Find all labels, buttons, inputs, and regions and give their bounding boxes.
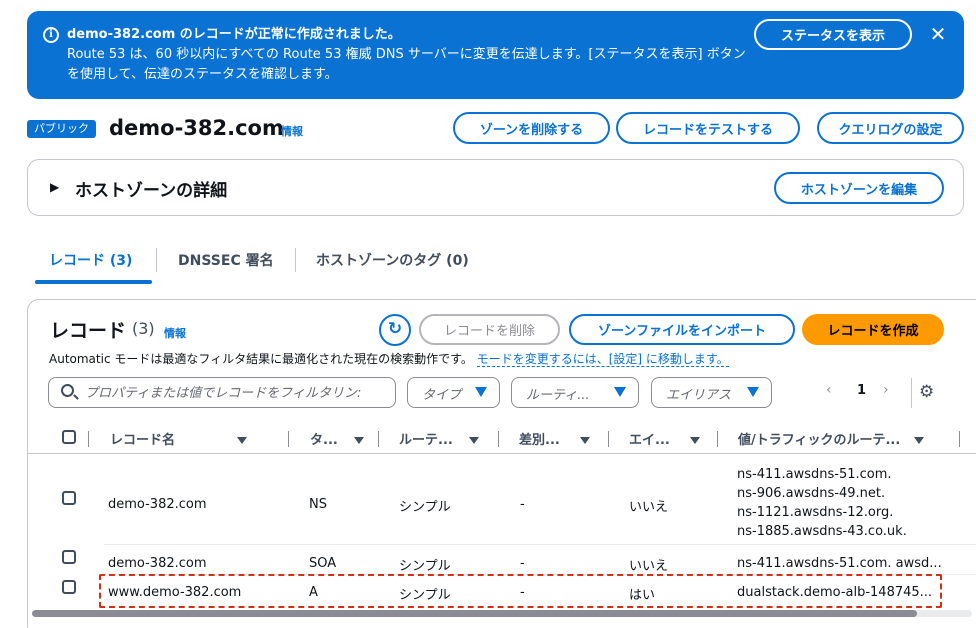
- test-record-button[interactable]: レコードをテストする: [616, 112, 800, 144]
- record-type: NS: [309, 497, 327, 512]
- search-box[interactable]: [48, 377, 396, 408]
- record-value-line: ns-906.awsdns-49.net.: [737, 486, 886, 501]
- tab-divider: [156, 248, 157, 272]
- record-differentiator: -: [520, 556, 525, 571]
- column-header-differentiator[interactable]: 差別...: [519, 429, 590, 448]
- column-header-name[interactable]: レコード名: [110, 429, 248, 448]
- sort-icon: [468, 437, 479, 444]
- column-header-type[interactable]: タ...: [310, 429, 364, 448]
- tab-bar: レコード (3) DNSSEC 署名 ホストゾーンのタグ (0): [27, 240, 964, 284]
- public-badge: パブリック: [27, 120, 96, 138]
- type-filter-label: タイプ: [422, 388, 462, 403]
- delete-record-button[interactable]: レコードを削除: [419, 314, 560, 345]
- info-link[interactable]: 情報: [281, 123, 303, 139]
- create-record-button[interactable]: レコードを作成: [802, 314, 944, 345]
- row-checkbox[interactable]: [62, 491, 76, 505]
- tab-zone-tags[interactable]: ホストゾーンのタグ (0): [316, 250, 469, 270]
- column-header-alias[interactable]: エイ...: [629, 429, 700, 448]
- prev-page-icon[interactable]: ‹: [826, 382, 832, 398]
- tab-records[interactable]: レコード (3): [49, 250, 132, 270]
- search-mode-description: Automatic モードは最適なフィルタ結果に最適化された現在の検索動作です。…: [49, 350, 729, 367]
- column-separator: [498, 431, 499, 447]
- expand-caret-icon[interactable]: ▶: [50, 180, 59, 194]
- sort-icon: [914, 437, 925, 444]
- record-value-line: ns-1885.awsdns-43.co.uk.: [737, 524, 907, 539]
- view-status-button[interactable]: ステータスを表示: [754, 19, 912, 50]
- row-checkbox[interactable]: [62, 580, 76, 594]
- column-header-value[interactable]: 値/トラフィックのルーテ...: [738, 429, 925, 448]
- success-flash-banner: i demo-382.com のレコードが正常に作成されました。 Route 5…: [27, 11, 964, 99]
- caret-down-icon: [475, 387, 487, 397]
- alias-filter-label: エイリアス: [666, 388, 732, 403]
- column-header-routing[interactable]: ルーテ...: [399, 429, 479, 448]
- flash-message: Route 53 は、60 秒以内にすべての Route 53 権威 DNS サ…: [67, 47, 746, 82]
- horizontal-scrollbar[interactable]: [32, 610, 972, 617]
- zone-details-title[interactable]: ホストゾーンの詳細: [75, 176, 227, 201]
- next-page-icon[interactable]: ›: [883, 382, 889, 398]
- column-separator: [717, 431, 718, 447]
- record-value: ns-411.awsdns-51.com. awsd...: [737, 556, 942, 571]
- new-record-highlight: [99, 574, 942, 608]
- record-values: ns-411.awsdns-51.com. ns-906.awsdns-49.n…: [737, 465, 907, 541]
- record-value-line: ns-1121.awsdns-12.org.: [737, 505, 894, 520]
- search-input[interactable]: [85, 383, 385, 403]
- delete-zone-button[interactable]: ゾーンを削除する: [453, 112, 610, 144]
- sort-icon: [689, 437, 700, 444]
- record-routing: シンプル: [399, 559, 451, 574]
- tab-divider: [295, 248, 296, 272]
- row-checkbox[interactable]: [62, 550, 76, 564]
- change-mode-link[interactable]: モードを変更するには、[設定] に移動します。: [476, 352, 729, 367]
- table-header: レコード名 タ... ルーテ... 差別... エイ... 値/トラフィックのル…: [28, 422, 976, 454]
- record-alias: いいえ: [629, 500, 669, 515]
- record-name: demo-382.com: [108, 497, 207, 512]
- records-count: (3): [132, 319, 155, 338]
- edit-hosted-zone-button[interactable]: ホストゾーンを編集: [774, 172, 944, 204]
- alias-filter-select[interactable]: エイリアス: [651, 377, 772, 408]
- row-separator: [104, 544, 976, 545]
- routing-filter-select[interactable]: ルーティ...: [511, 377, 639, 408]
- search-icon: [61, 384, 74, 397]
- type-filter-select[interactable]: タイプ: [407, 377, 500, 408]
- column-separator: [378, 431, 379, 447]
- records-title: レコード: [50, 320, 127, 342]
- description-text: Automatic モードは最適なフィルタ結果に最適化された現在の検索動作です。: [49, 352, 473, 366]
- record-type: SOA: [309, 556, 337, 571]
- current-page[interactable]: 1: [857, 383, 866, 398]
- record-alias: いいえ: [629, 559, 669, 574]
- records-panel: レコード (3) 情報 ↻ レコードを削除 ゾーンファイルをインポート レコード…: [27, 299, 976, 628]
- import-zone-file-button[interactable]: ゾーンファイルをインポート: [569, 314, 795, 345]
- records-info-link[interactable]: 情報: [164, 325, 186, 341]
- select-all-checkbox[interactable]: [62, 430, 76, 444]
- flash-title: demo-382.com のレコードが正常に作成されました。: [67, 27, 401, 42]
- info-icon: i: [43, 27, 59, 43]
- column-separator: [959, 431, 960, 447]
- flash-text: demo-382.com のレコードが正常に作成されました。 Route 53 …: [67, 25, 747, 85]
- sort-icon: [237, 437, 248, 444]
- page-title: demo-382.com: [109, 116, 284, 140]
- tab-dnssec[interactable]: DNSSEC 署名: [178, 250, 274, 270]
- caret-down-icon: [747, 387, 759, 397]
- sort-icon: [353, 437, 364, 444]
- page-header: パブリック demo-382.com 情報 ゾーンを削除する レコードをテストす…: [27, 112, 967, 144]
- tab-active-indicator: [35, 280, 152, 284]
- caret-down-icon: [614, 387, 626, 397]
- hosted-zone-details: ▶ ホストゾーンの詳細 ホストゾーンを編集: [27, 159, 964, 216]
- sort-icon: [579, 437, 590, 444]
- column-separator: [88, 431, 89, 447]
- gear-icon[interactable]: ⚙: [919, 382, 934, 402]
- query-log-button[interactable]: クエリログの設定: [817, 112, 964, 144]
- close-icon[interactable]: ✕: [927, 23, 949, 45]
- routing-filter-label: ルーティ...: [526, 388, 590, 403]
- column-separator: [288, 431, 289, 447]
- column-separator: [608, 431, 609, 447]
- pager-divider: [911, 378, 912, 408]
- refresh-icon[interactable]: ↻: [379, 314, 411, 346]
- record-routing: シンプル: [399, 500, 451, 515]
- record-differentiator: -: [520, 497, 525, 512]
- record-value-line: ns-411.awsdns-51.com.: [737, 467, 892, 482]
- record-name: demo-382.com: [108, 556, 207, 571]
- scrollbar-thumb[interactable]: [32, 610, 917, 617]
